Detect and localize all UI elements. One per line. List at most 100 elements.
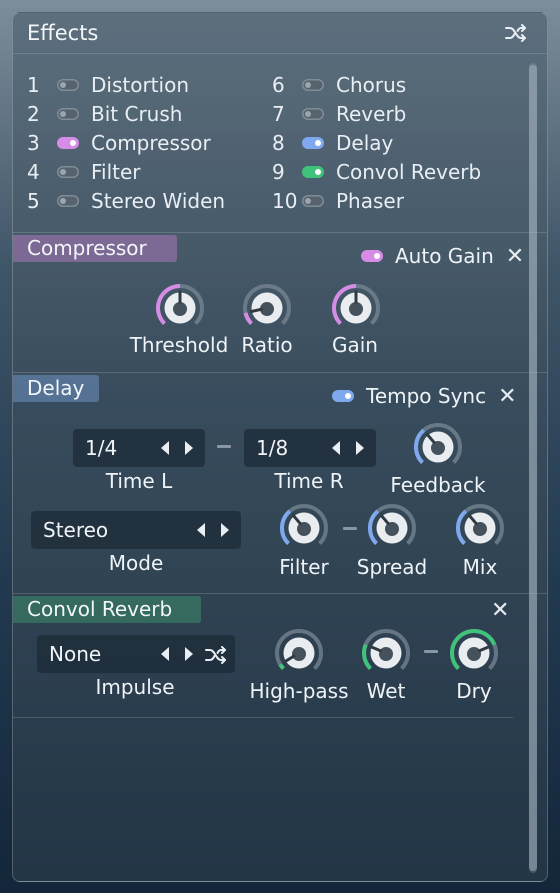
divider <box>13 232 547 233</box>
effect-label: Chorus <box>336 73 407 97</box>
time-l-selector[interactable]: 1/4 <box>73 429 205 467</box>
time-r-value: 1/8 <box>256 436 289 460</box>
effect-item[interactable]: 5 Stereo Widen <box>27 188 225 214</box>
delay-controls: Tempo Sync ✕ <box>332 383 517 409</box>
close-icon[interactable]: ✕ <box>491 598 509 623</box>
effect-toggle[interactable] <box>302 108 324 120</box>
threshold-knob[interactable] <box>154 282 206 334</box>
effect-number: 4 <box>27 160 40 184</box>
spread-knob[interactable] <box>366 502 418 554</box>
arrow-right-icon[interactable] <box>356 441 364 455</box>
effect-item[interactable]: 1 Distortion <box>27 72 189 98</box>
shuffle-icon[interactable] <box>505 24 527 42</box>
effect-label: Phaser <box>336 189 404 213</box>
effect-label: Distortion <box>91 73 189 97</box>
gain-knob[interactable] <box>330 282 382 334</box>
impulse-label: Impulse <box>95 675 175 699</box>
high-pass-knob[interactable] <box>273 627 325 679</box>
effect-toggle[interactable] <box>57 108 79 120</box>
compressor-section-title: Compressor <box>13 235 177 262</box>
effect-toggle[interactable] <box>302 195 324 207</box>
arrow-left-icon[interactable] <box>161 647 169 661</box>
effect-item[interactable]: 10 Phaser <box>272 188 404 214</box>
ratio-knob[interactable] <box>241 282 293 334</box>
ratio-label: Ratio <box>241 333 293 357</box>
effects-header: Effects <box>13 13 547 54</box>
mix-knob[interactable] <box>454 502 506 554</box>
arrow-right-icon[interactable] <box>185 441 193 455</box>
effect-toggle[interactable] <box>302 79 324 91</box>
effect-toggle[interactable] <box>57 166 79 178</box>
feedback-label: Feedback <box>390 473 486 497</box>
effect-toggle[interactable] <box>57 79 79 91</box>
high-pass-label: High-pass <box>249 679 349 703</box>
feedback-knob[interactable] <box>412 421 464 473</box>
wet-knob[interactable] <box>360 627 412 679</box>
effect-number: 5 <box>27 189 40 213</box>
arrow-left-icon[interactable] <box>161 441 169 455</box>
auto-gain-toggle[interactable] <box>361 250 383 262</box>
arrow-left-icon[interactable] <box>197 523 205 537</box>
effect-label: Bit Crush <box>91 102 183 126</box>
arrow-right-icon[interactable] <box>221 523 229 537</box>
time-l-label: Time L <box>105 469 173 493</box>
effect-number: 1 <box>27 73 40 97</box>
spread-label: Spread <box>356 555 428 579</box>
effect-label: Convol Reverb <box>336 160 482 184</box>
effect-number: 10 <box>272 189 298 213</box>
arrow-right-icon[interactable] <box>185 647 193 661</box>
link-dash <box>217 445 231 448</box>
tempo-sync-toggle[interactable] <box>332 390 354 402</box>
close-icon[interactable]: ✕ <box>506 244 524 269</box>
time-r-label: Time R <box>274 469 344 493</box>
mode-selector[interactable]: Stereo <box>31 511 241 549</box>
effect-toggle[interactable] <box>57 137 79 149</box>
effects-panel: Effects 1 Distortion 2 Bit Crush 3 Compressor… <box>12 12 548 882</box>
time-l-value: 1/4 <box>85 436 118 460</box>
close-icon[interactable]: ✕ <box>498 384 516 409</box>
effect-item[interactable]: 4 Filter <box>27 159 141 185</box>
gain-label: Gain <box>332 333 378 357</box>
effect-item[interactable]: 7 Reverb <box>272 101 406 127</box>
effect-toggle[interactable] <box>302 166 324 178</box>
link-dash <box>343 527 357 530</box>
panel-title: Effects <box>27 21 99 45</box>
divider <box>13 593 547 594</box>
effect-number: 9 <box>272 160 285 184</box>
convol-reverb-section-title: Convol Reverb <box>13 596 201 623</box>
mode-label: Mode <box>108 551 164 575</box>
scrollbar-thumb[interactable] <box>529 65 537 871</box>
effect-number: 2 <box>27 102 40 126</box>
effect-number: 7 <box>272 102 285 126</box>
arrow-left-icon[interactable] <box>332 441 340 455</box>
effect-number: 6 <box>272 73 285 97</box>
mode-value: Stereo <box>43 518 109 542</box>
effect-toggle[interactable] <box>302 137 324 149</box>
threshold-label: Threshold <box>129 333 229 357</box>
dry-label: Dry <box>456 679 492 703</box>
link-dash <box>424 650 438 653</box>
delay-section-title: Delay <box>13 375 99 402</box>
impulse-selector[interactable]: None <box>37 635 235 673</box>
effect-number: 8 <box>272 131 285 155</box>
effect-label: Stereo Widen <box>91 189 226 213</box>
filter-knob[interactable] <box>278 502 330 554</box>
compressor-controls: Auto Gain ✕ <box>361 243 524 269</box>
effect-label: Delay <box>336 131 394 155</box>
time-r-selector[interactable]: 1/8 <box>244 429 376 467</box>
shuffle-icon[interactable] <box>205 645 227 664</box>
effect-toggle[interactable] <box>57 195 79 207</box>
impulse-value: None <box>49 642 102 666</box>
effect-item[interactable]: 6 Chorus <box>272 72 406 98</box>
mix-label: Mix <box>462 555 498 579</box>
effect-item[interactable]: 2 Bit Crush <box>27 101 182 127</box>
effect-number: 3 <box>27 131 40 155</box>
effect-item[interactable]: 9 Convol Reverb <box>272 159 481 185</box>
divider <box>13 717 513 718</box>
effect-item[interactable]: 3 Compressor <box>27 130 211 156</box>
dry-knob[interactable] <box>448 627 500 679</box>
divider <box>13 372 547 373</box>
effect-label: Compressor <box>91 131 211 155</box>
effect-item[interactable]: 8 Delay <box>272 130 393 156</box>
effect-label: Filter <box>91 160 141 184</box>
